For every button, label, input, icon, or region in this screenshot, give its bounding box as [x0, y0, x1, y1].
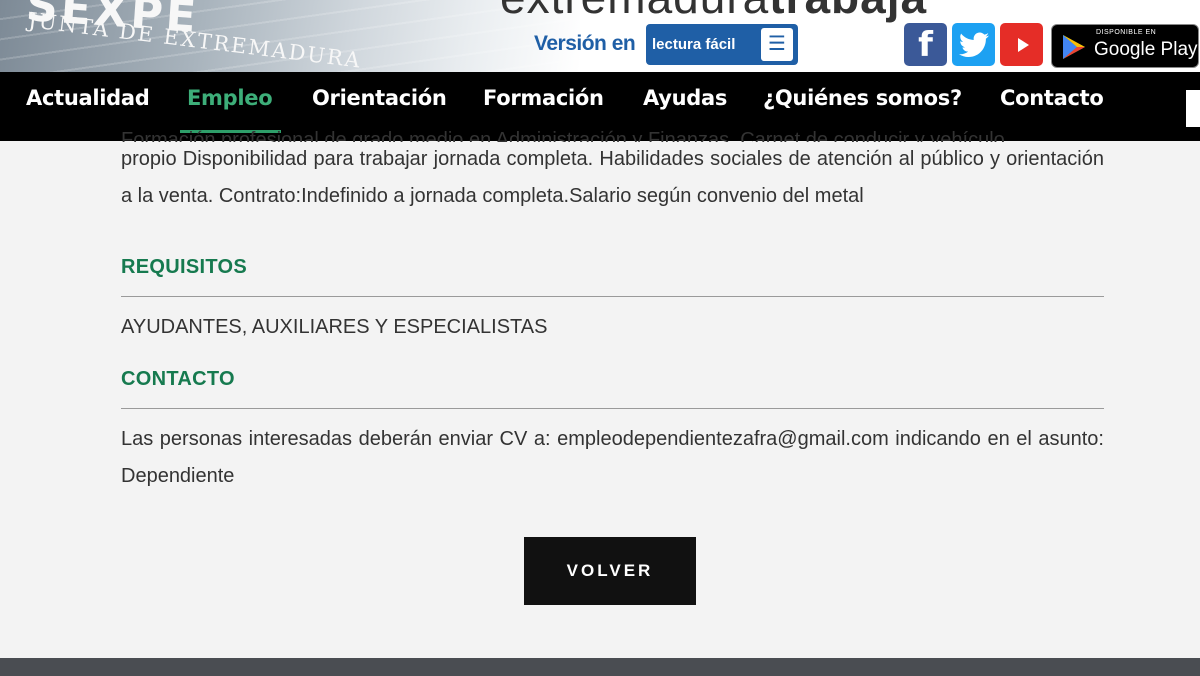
nav-item-quienes-somos[interactable]: ¿Quiénes somos?: [763, 86, 962, 110]
offer-description: propio Disponibilidad para trabajar jorn…: [121, 141, 1104, 215]
facebook-icon[interactable]: f: [904, 23, 947, 66]
volver-button[interactable]: VOLVER: [524, 537, 696, 605]
contacto-divider: [121, 408, 1104, 409]
brand-title-bold: trabaja: [769, 0, 927, 23]
sexpe-banner-image[interactable]: SEXPE JUNTA DE EXTREMADURA: [0, 0, 580, 72]
offer-description-text: propio Disponibilidad para trabajar jorn…: [121, 148, 1104, 207]
requisitos-divider: [121, 296, 1104, 297]
google-play-small-text: DISPONIBLE EN: [1096, 29, 1157, 36]
brand-title-light: extremadura: [500, 0, 769, 23]
footer-bar: [0, 658, 1200, 676]
top-header: SEXPE JUNTA DE EXTREMADURA extremaduratr…: [0, 0, 1200, 72]
lectura-facil-badge-text: lectura fácil: [652, 36, 736, 53]
nav-item-ayudas[interactable]: Ayudas: [643, 86, 727, 110]
easy-read-icon: ☰: [761, 28, 793, 61]
contacto-text: Las personas interesadas deberán enviar …: [121, 428, 1104, 487]
requisitos-heading: REQUISITOS: [121, 256, 247, 278]
nav-item-orientacion[interactable]: Orientación: [312, 86, 447, 110]
google-play-badge[interactable]: DISPONIBLE EN Google Play: [1051, 24, 1199, 68]
nav-item-actualidad[interactable]: Actualidad: [26, 86, 150, 110]
twitter-icon[interactable]: [952, 23, 995, 66]
nav-item-empleo[interactable]: Empleo: [187, 86, 273, 110]
lectura-facil-button[interactable]: lectura fácil ☰: [646, 24, 798, 65]
google-play-big-text: Google Play: [1094, 39, 1198, 60]
google-play-icon: [1063, 35, 1085, 59]
nav-item-contacto[interactable]: Contacto: [1000, 86, 1104, 110]
twitter-bird-glyph: [958, 32, 989, 57]
lectura-facil-label: Versión en: [534, 32, 636, 55]
description-partial-line: Formación profesional de grado medio en …: [121, 124, 1104, 142]
facebook-glyph: f: [918, 24, 933, 65]
site-brand-title[interactable]: extremaduratrabaja: [500, 0, 927, 24]
requisitos-text: AYUDANTES, AUXILIARES Y ESPECIALISTAS: [121, 316, 548, 338]
contacto-heading: CONTACTO: [121, 368, 235, 390]
youtube-icon[interactable]: [1000, 23, 1043, 66]
nav-item-formacion[interactable]: Formación: [483, 86, 604, 110]
nav-search-input[interactable]: [1186, 90, 1200, 127]
youtube-play-glyph: [1017, 37, 1029, 52]
